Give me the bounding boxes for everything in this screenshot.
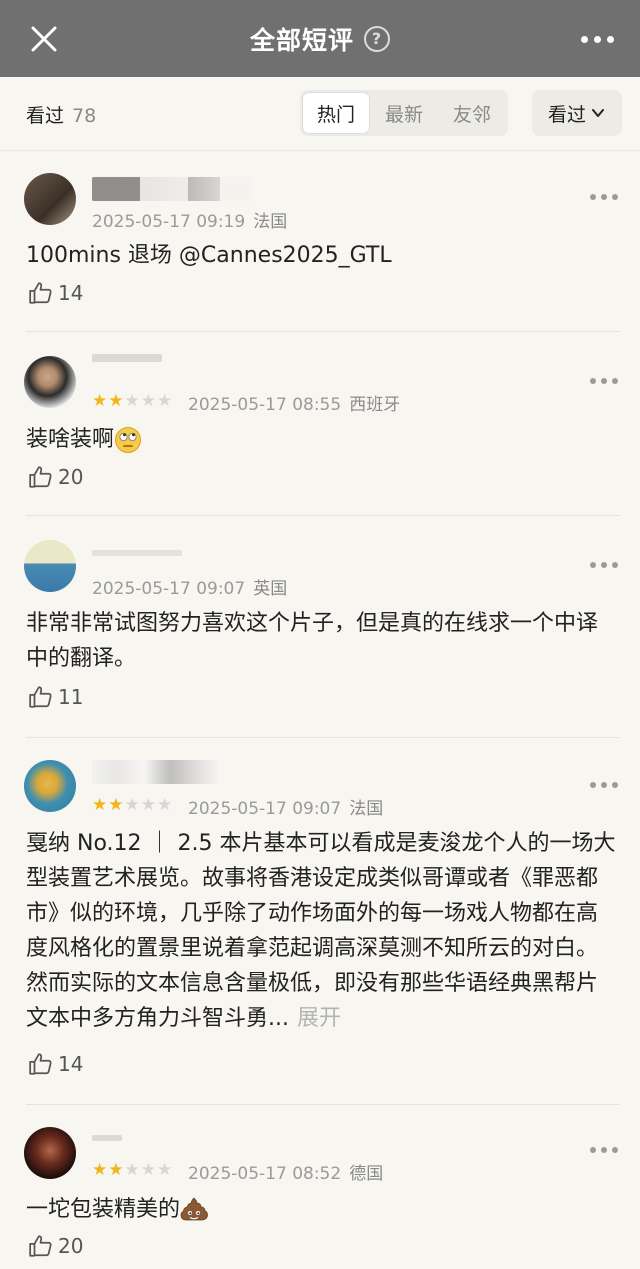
comment-item: ★ ★ ★ ★ ★ 2025-05-17 08:52 德国 一坨包装精美的 20 <box>0 1105 640 1269</box>
chevron-down-icon <box>592 109 604 117</box>
comment-text: 装啥装啊 <box>26 427 115 452</box>
thumbs-up-icon <box>29 466 52 488</box>
seen-label: 看过 <box>26 105 65 127</box>
comment-location: 德国 <box>349 1164 384 1184</box>
avatar[interactable] <box>24 760 76 812</box>
like-count: 20 <box>58 465 84 489</box>
expand-link[interactable]: 展开 <box>297 1006 341 1031</box>
star-empty-icon: ★ <box>140 1160 156 1180</box>
rating-stars: ★ ★ ★ ★ ★ <box>92 1162 172 1179</box>
thumbs-up-icon <box>29 686 52 708</box>
thumbs-up-icon <box>29 1053 52 1075</box>
comment-meta: 2025-05-17 09:07 法国 <box>188 794 383 819</box>
like-count: 20 <box>58 1234 84 1258</box>
username-redacted[interactable] <box>92 177 252 201</box>
comment-item: ★ ★ ★ ★ ★ 2025-05-17 08:55 西班牙 装啥装啊 20 <box>0 332 640 516</box>
avatar[interactable] <box>24 1127 76 1179</box>
comment-date: 2025-05-17 09:07 <box>92 579 246 599</box>
comment-text: 非常非常试图努力喜欢这个片子，但是真的在线求一个中译中的翻译。 <box>26 611 599 671</box>
seen-filter-dropdown[interactable]: 看过 <box>532 90 622 136</box>
star-empty-icon: ★ <box>124 795 140 815</box>
question-circle-icon[interactable]: ? <box>364 25 390 52</box>
comment-location: 英国 <box>253 579 288 599</box>
comment-location: 法国 <box>253 212 288 232</box>
star-empty-icon: ★ <box>140 795 156 815</box>
comment-item: 2025-05-17 09:07 英国 非常非常试图努力喜欢这个片子，但是真的在线… <box>0 516 640 738</box>
like-count: 14 <box>58 1052 84 1076</box>
username-redacted[interactable] <box>92 354 162 362</box>
username-redacted[interactable] <box>92 550 182 556</box>
comment-text: 100mins 退场 @Cannes2025_GTL <box>26 243 392 268</box>
page-title-group: 全部短评 ? <box>250 21 390 57</box>
comment-date: 2025-05-17 08:55 <box>188 395 342 415</box>
like-button[interactable]: 11 <box>28 684 83 710</box>
poop-emoji <box>180 1197 208 1221</box>
more-dots-icon[interactable] <box>581 36 614 43</box>
eye-roll-emoji <box>115 427 142 453</box>
more-dots-icon[interactable] <box>590 1147 618 1153</box>
seen-count: 看过 78 <box>26 101 96 128</box>
like-count: 11 <box>58 685 84 709</box>
username-redacted[interactable] <box>92 1135 122 1141</box>
avatar[interactable] <box>24 540 76 592</box>
star-empty-icon: ★ <box>157 391 173 411</box>
comment-item: ★ ★ ★ ★ ★ 2025-05-17 09:07 法国 戛纳 No.12 ｜ 2.5 … <box>0 738 640 1105</box>
more-dots-icon[interactable] <box>590 562 618 568</box>
comment-meta: 2025-05-17 09:07 英国 <box>92 574 287 599</box>
star-filled-icon: ★ <box>108 795 124 815</box>
rating-stars: ★ ★ ★ ★ ★ <box>92 393 172 410</box>
comment-text-row: 装啥装啊 <box>26 422 616 457</box>
thumbs-up-icon <box>29 282 52 304</box>
like-button[interactable]: 20 <box>28 1233 83 1259</box>
star-filled-icon: ★ <box>108 391 124 411</box>
comment-date: 2025-05-17 09:07 <box>188 799 342 819</box>
comment-date: 2025-05-17 08:52 <box>188 1164 342 1184</box>
like-button[interactable]: 14 <box>28 280 83 306</box>
comment-meta: 2025-05-17 08:52 德国 <box>188 1159 383 1184</box>
more-dots-icon[interactable] <box>590 194 618 200</box>
comment-text: 一坨包装精美的 <box>26 1197 181 1222</box>
like-button[interactable]: 20 <box>28 464 83 490</box>
close-icon[interactable] <box>28 23 60 55</box>
filter-bar: 看过 78 热门 最新 友邻 看过 <box>0 77 640 151</box>
avatar[interactable] <box>24 173 76 225</box>
more-dots-icon[interactable] <box>590 782 618 788</box>
star-empty-icon: ★ <box>157 1160 173 1180</box>
like-count: 14 <box>58 281 84 305</box>
tab-hot[interactable]: 热门 <box>302 92 370 134</box>
thumbs-up-icon <box>29 1235 52 1257</box>
avatar[interactable] <box>24 356 76 408</box>
comment-item: 2025-05-17 09:19 法国 100mins 退场 @Cannes202… <box>0 151 640 332</box>
star-empty-icon: ★ <box>124 391 140 411</box>
tab-friends[interactable]: 友邻 <box>438 92 506 134</box>
comment-location: 法国 <box>349 799 384 819</box>
seen-dropdown-label: 看过 <box>547 103 586 126</box>
more-dots-icon[interactable] <box>590 378 618 384</box>
tab-latest[interactable]: 最新 <box>370 92 438 134</box>
seen-count-number: 78 <box>72 105 97 127</box>
star-filled-icon: ★ <box>92 795 108 815</box>
star-filled-icon: ★ <box>108 1160 124 1180</box>
star-empty-icon: ★ <box>124 1160 140 1180</box>
comment-text-row: 一坨包装精美的 <box>26 1192 616 1227</box>
comment-text: 戛纳 No.12 ｜ 2.5 本片基本可以看成是麦浚龙个人的一场大型装置艺术展览… <box>26 831 616 1031</box>
star-empty-icon: ★ <box>157 795 173 815</box>
comment-text-block: 戛纳 No.12 ｜ 2.5 本片基本可以看成是麦浚龙个人的一场大型装置艺术展览… <box>26 826 616 1036</box>
rating-stars: ★ ★ ★ ★ ★ <box>92 797 172 814</box>
like-button[interactable]: 14 <box>28 1051 83 1077</box>
star-filled-icon: ★ <box>92 1160 108 1180</box>
top-bar: 全部短评 ? <box>0 0 640 77</box>
star-empty-icon: ★ <box>140 391 156 411</box>
username-redacted[interactable] <box>92 760 222 784</box>
star-filled-icon: ★ <box>92 391 108 411</box>
comment-date: 2025-05-17 09:19 <box>92 212 246 232</box>
comment-location: 西班牙 <box>349 395 401 415</box>
sort-tabs: 热门 最新 友邻 <box>300 90 508 136</box>
comment-meta: 2025-05-17 08:55 西班牙 <box>188 390 400 415</box>
comment-meta: 2025-05-17 09:19 法国 <box>92 207 287 232</box>
page-title: 全部短评 <box>249 25 354 55</box>
